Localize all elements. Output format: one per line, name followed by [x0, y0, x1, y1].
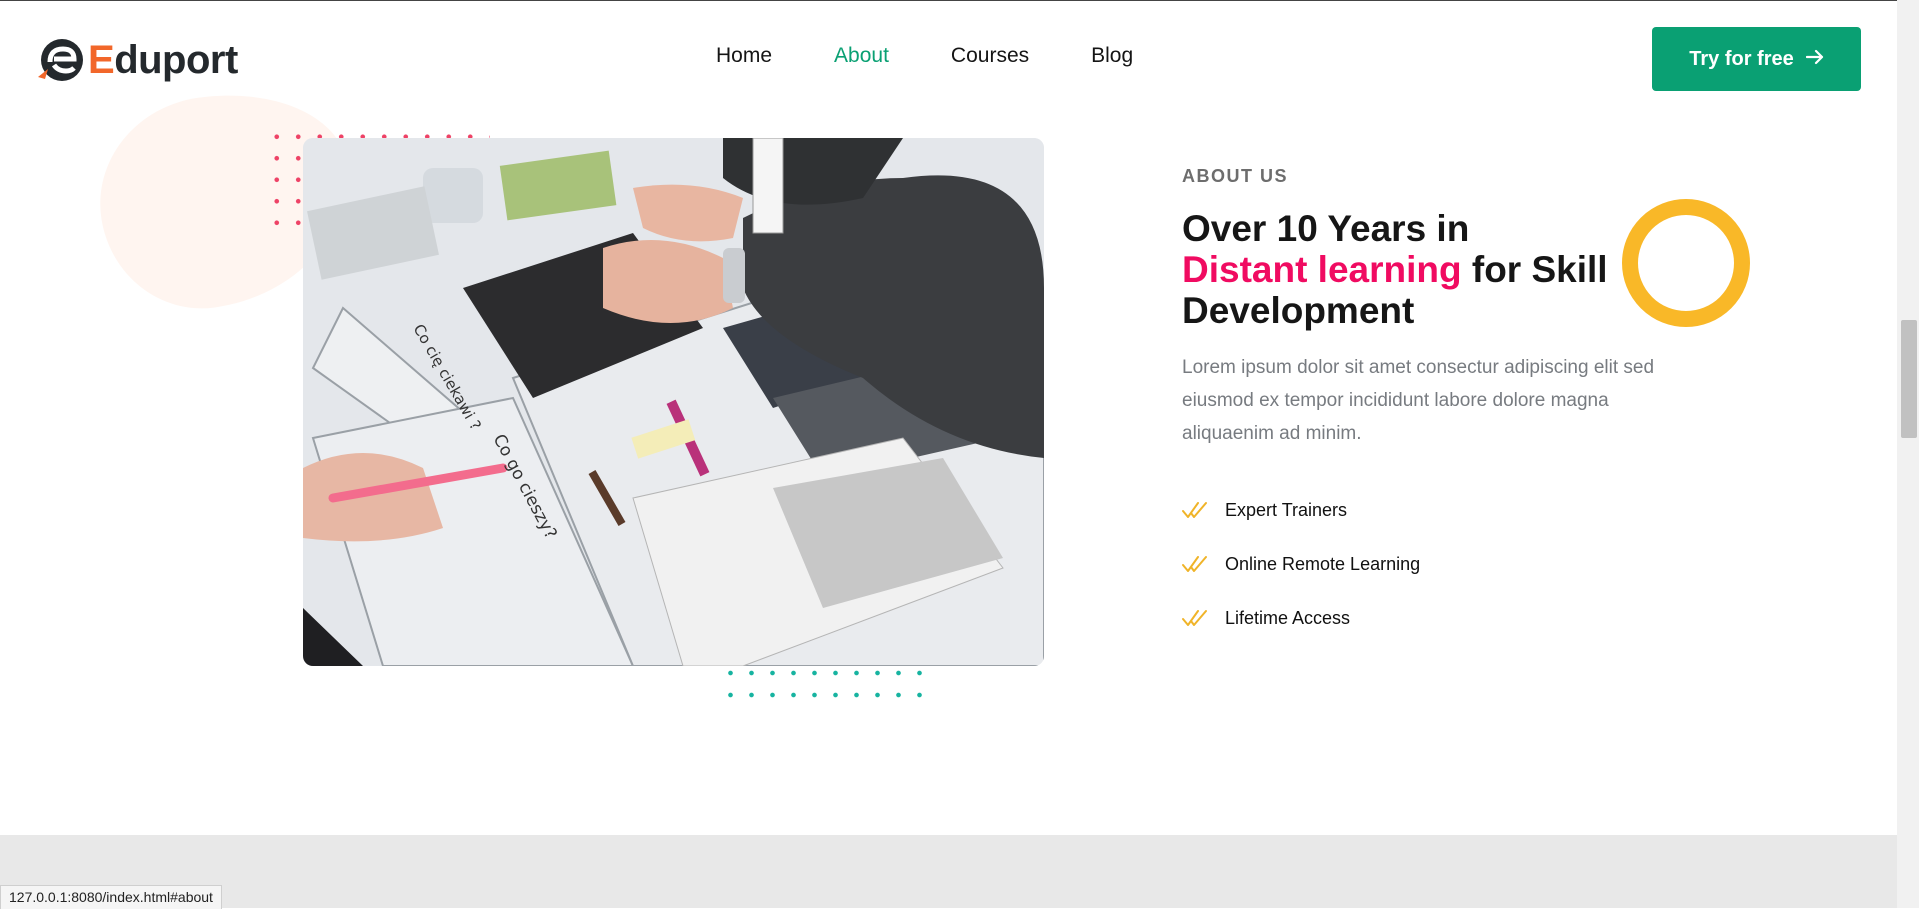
try-for-free-button[interactable]: Try for free [1652, 27, 1861, 91]
feature-label: Online Remote Learning [1225, 553, 1421, 574]
arrow-right-icon [1805, 48, 1824, 71]
feature-item: Lifetime Access [1182, 591, 1420, 645]
feature-label: Lifetime Access [1225, 607, 1351, 628]
about-title-highlight: Distant learning [1182, 249, 1462, 290]
scrollbar-thumb[interactable] [1901, 320, 1917, 438]
next-section-band [0, 835, 1897, 908]
brand-name-first-letter: E [88, 37, 115, 82]
feature-label: Expert Trainers [1225, 499, 1348, 520]
site-header: Eduport Home About Courses Blog Try for … [0, 1, 1897, 115]
nav-courses[interactable]: Courses [951, 44, 1029, 68]
logo-e-icon [36, 35, 86, 85]
feature-item: Online Remote Learning [1182, 537, 1420, 591]
nav-blog[interactable]: Blog [1091, 44, 1133, 68]
nav-about[interactable]: About [834, 44, 889, 68]
feature-list: Expert Trainers Online Remote Learning L… [1182, 483, 1420, 645]
brand-name: Eduport [88, 38, 238, 83]
double-check-icon [1182, 502, 1207, 518]
try-for-free-label: Try for free [1689, 47, 1794, 70]
brand-logo[interactable]: Eduport [36, 35, 238, 85]
main-nav: Home About Courses Blog [716, 44, 1195, 68]
about-photo: Co cię ciekawi ? Co go cieszy? [303, 138, 1044, 666]
about-kicker: ABOUT US [1182, 166, 1288, 186]
double-check-icon [1182, 610, 1207, 626]
decorative-teal-dots [720, 662, 930, 706]
status-bar-url: 127.0.0.1:8080/index.html#about [0, 885, 222, 909]
double-check-icon [1182, 556, 1207, 572]
brand-name-rest: duport [114, 37, 238, 82]
feature-item: Expert Trainers [1182, 483, 1420, 537]
decorative-ring [1622, 199, 1750, 327]
about-title-line1: Over 10 Years in [1182, 208, 1470, 249]
about-title: Over 10 Years in Distant learning for Sk… [1182, 208, 1622, 331]
nav-home[interactable]: Home [716, 44, 772, 68]
vertical-scrollbar[interactable] [1897, 0, 1919, 908]
about-description: Lorem ipsum dolor sit amet consectur adi… [1182, 357, 1655, 444]
